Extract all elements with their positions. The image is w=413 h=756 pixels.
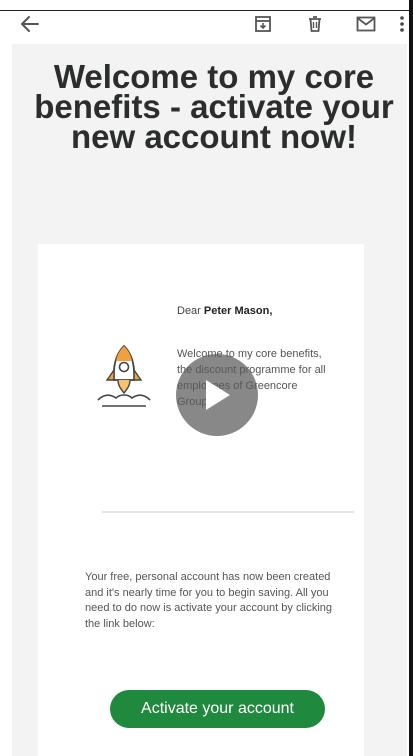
screen-edge xyxy=(409,0,413,756)
delete-button[interactable] xyxy=(302,10,328,38)
trash-icon xyxy=(309,16,321,32)
arrow-left-icon xyxy=(21,16,39,32)
envelope-icon xyxy=(356,16,376,32)
mark-unread-button[interactable] xyxy=(352,10,380,38)
recipient-name: Peter Mason, xyxy=(203,305,273,317)
more-options-button[interactable] xyxy=(396,10,408,38)
activate-account-button[interactable]: Activate your account xyxy=(110,690,325,728)
greeting: Dear Peter Mason, xyxy=(177,305,272,317)
greeting-prefix: Dear xyxy=(177,305,204,317)
app-bar xyxy=(0,10,409,38)
email-card xyxy=(38,244,364,756)
email-headline: Welcome to my core benefits - activate y… xyxy=(34,58,394,155)
body-text: Your free, personal account has now been… xyxy=(85,571,333,630)
more-vertical-icon xyxy=(400,16,404,32)
rocket-icon xyxy=(97,344,151,407)
archive-button[interactable] xyxy=(250,10,276,38)
play-icon xyxy=(206,380,230,410)
back-button[interactable] xyxy=(16,10,44,38)
archive-icon xyxy=(255,16,271,32)
divider xyxy=(102,511,354,513)
video-play-button[interactable] xyxy=(176,354,258,436)
